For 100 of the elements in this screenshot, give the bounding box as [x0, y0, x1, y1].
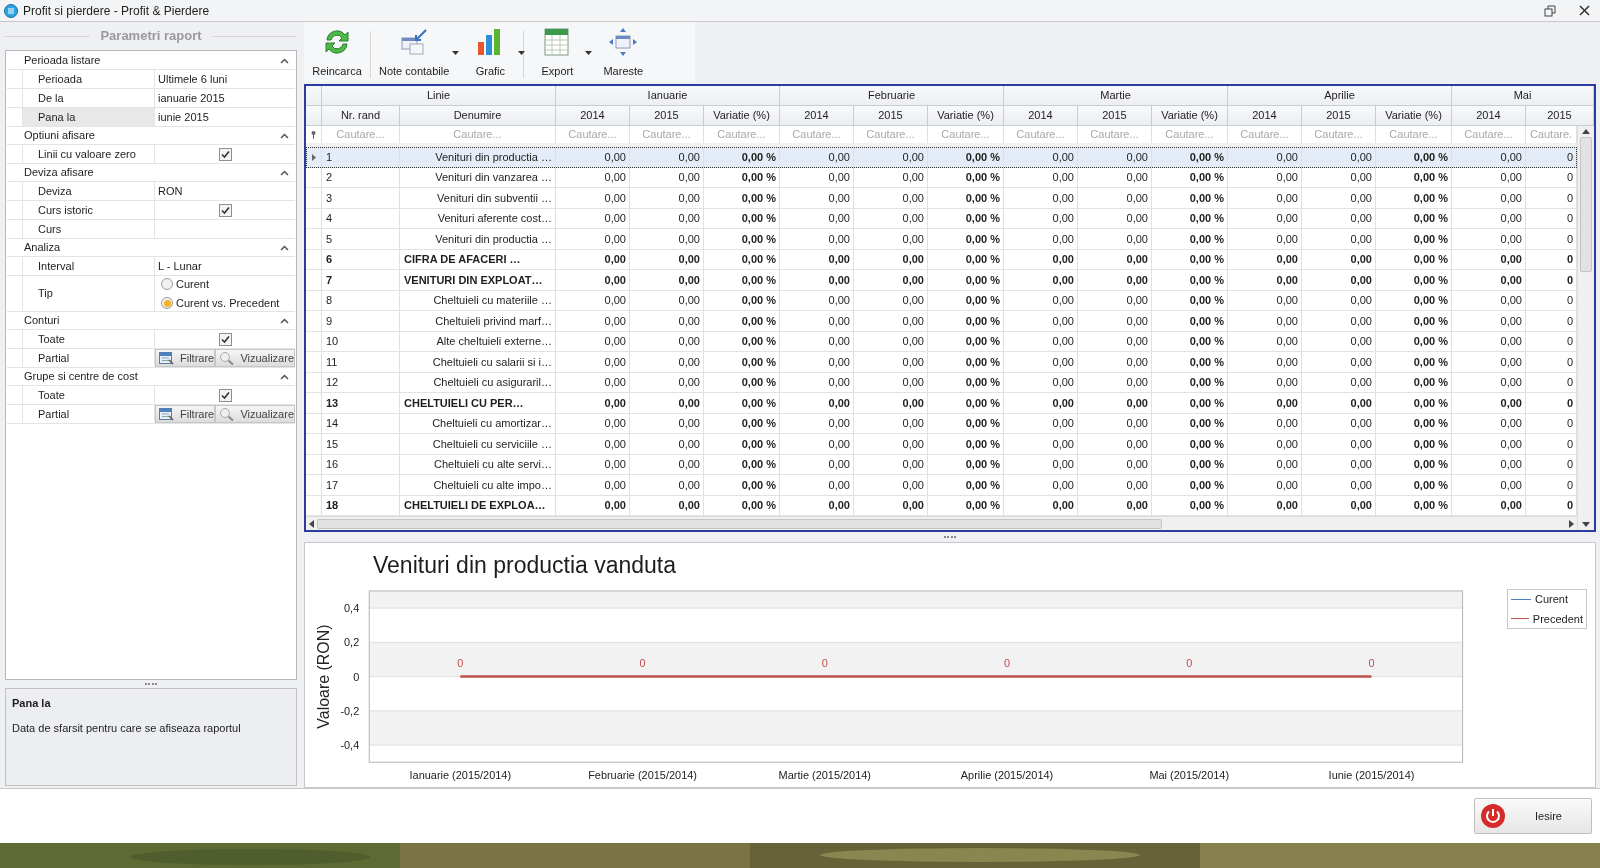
vertical-scrollbar[interactable]	[1580, 137, 1592, 272]
property-label[interactable]: De la	[22, 89, 155, 107]
collapse-icon[interactable]	[280, 169, 289, 176]
scroll-right-icon[interactable]	[1569, 519, 1574, 528]
grid-row[interactable]: 5 Venituri din productia … 0,00 0,00 0,00 % 0,00 0,00 0,00 % 0,00 0,00 0,00 % 0,00 0,00 0,00 % 0,00 0	[306, 229, 1577, 250]
toolbar-button[interactable]: Mareste	[590, 27, 657, 82]
table-cell: 0,00 %	[704, 290, 780, 311]
column-header[interactable]: Nr. rand	[322, 106, 400, 125]
view-button[interactable]: Vizualizare	[215, 349, 295, 367]
grid-row[interactable]: 10 Alte cheltuieli externe… 0,00 0,00 0,00 % 0,00 0,00 0,00 % 0,00 0,00 0,00 % 0,00 0,00 0,00 % 0,00 0	[306, 331, 1577, 353]
column-header[interactable]: 2014	[556, 106, 630, 125]
column-header[interactable]: 2015	[1302, 106, 1376, 125]
search-field[interactable]: Cautare.	[1526, 126, 1576, 143]
search-field[interactable]: Cautare...	[1452, 126, 1525, 143]
search-field[interactable]: Cautare...	[1078, 126, 1151, 143]
column-header[interactable]: Variatie (%)	[1152, 106, 1228, 125]
grid-row[interactable]: 6 CIFRA DE AFACERI … 0,00 0,00 0,00 % 0,00 0,00 0,00 % 0,00 0,00 0,00 % 0,00 0,00 0,00 % 0,00 0	[306, 249, 1577, 271]
checkbox[interactable]	[218, 332, 232, 346]
column-header[interactable]: 2014	[1228, 106, 1302, 125]
search-field[interactable]: Cautare...	[1228, 126, 1301, 143]
filter-button[interactable]: Filtrare	[155, 405, 216, 423]
grid-row[interactable]: 15 Cheltuieli cu serviciile … 0,00 0,00 0,00 % 0,00 0,00 0,00 % 0,00 0,00 0,00 % 0,00 0,00 0,00 % 0,00 0	[306, 434, 1577, 455]
search-field[interactable]: Cautare...	[400, 126, 555, 143]
search-field[interactable]: Cautare...	[322, 126, 399, 143]
exit-button[interactable]: Iesire	[1474, 798, 1592, 834]
property-label[interactable]: Toate	[22, 330, 155, 348]
scroll-down-icon[interactable]	[1582, 522, 1590, 527]
property-label[interactable]: Tip	[22, 276, 155, 311]
column-header[interactable]: 2014	[1004, 106, 1078, 125]
grid-row[interactable]: 3 Venituri din subventii … 0,00 0,00 0,00 % 0,00 0,00 0,00 % 0,00 0,00 0,00 % 0,00 0,00 0,00 % 0,00 0	[306, 188, 1577, 209]
search-field[interactable]: Cautare...	[556, 126, 629, 143]
grid-row[interactable]: 2 Venituri din vanzarea … 0,00 0,00 0,00 % 0,00 0,00 0,00 % 0,00 0,00 0,00 % 0,00 0,00 0,00 % 0,00 0	[306, 167, 1577, 189]
collapse-icon[interactable]	[280, 244, 289, 251]
scroll-up-icon[interactable]	[1582, 129, 1590, 134]
grid-row[interactable]: 12 Cheltuieli cu asiguraril… 0,00 0,00 0,00 % 0,00 0,00 0,00 % 0,00 0,00 0,00 % 0,00 0,00 0,00 % 0,00 0	[306, 372, 1577, 394]
close-icon[interactable]	[1579, 5, 1590, 16]
column-header[interactable]: 2015	[854, 106, 928, 125]
column-header[interactable]: Variatie (%)	[1376, 106, 1452, 125]
toolbar-button[interactable]: Reincarca	[304, 27, 370, 82]
property-label[interactable]: Deviza	[22, 182, 155, 200]
grid-row[interactable]: 11 Cheltuieli cu salarii si i… 0,00 0,00 0,00 % 0,00 0,00 0,00 % 0,00 0,00 0,00 % 0,00 0,00 0,00 % 0,00 0	[306, 352, 1577, 373]
column-header[interactable]: 2014	[1452, 106, 1526, 125]
property-label[interactable]: Linii cu valoare zero	[22, 145, 155, 163]
table-cell: 0,00 %	[704, 434, 780, 454]
collapse-icon[interactable]	[280, 373, 289, 380]
property-label[interactable]: Curs	[22, 220, 155, 238]
grid-row[interactable]: 7 VENITURI DIN EXPLOAT… 0,00 0,00 0,00 % 0,00 0,00 0,00 % 0,00 0,00 0,00 % 0,00 0,00 0,00 % 0,00 0	[306, 270, 1577, 291]
scroll-left-icon[interactable]	[309, 519, 314, 528]
property-label[interactable]: Partial	[22, 349, 155, 367]
table-cell: 0,00	[1004, 393, 1078, 413]
search-field[interactable]: Cautare...	[780, 126, 853, 143]
property-label[interactable]: Toate	[22, 386, 155, 404]
column-header[interactable]: Denumire	[400, 106, 556, 125]
table-cell: 0,00	[1302, 229, 1376, 249]
property-label[interactable]: Pana la	[22, 108, 155, 126]
restore-icon[interactable]	[1544, 4, 1556, 17]
table-cell: 3	[322, 188, 400, 208]
search-field[interactable]: Cautare...	[630, 126, 703, 143]
table-cell: 0,00 %	[704, 331, 780, 352]
grid-row[interactable]: 4 Venituri aferente cost… 0,00 0,00 0,00 % 0,00 0,00 0,00 % 0,00 0,00 0,00 % 0,00 0,00 0,00 % 0,00 0	[306, 208, 1577, 230]
grid-row[interactable]: 16 Cheltuieli cu alte servi… 0,00 0,00 0,00 % 0,00 0,00 0,00 % 0,00 0,00 0,00 % 0,00 0,00 0,00 % 0,00 0	[306, 454, 1577, 476]
property-label[interactable]: Curs istoric	[22, 201, 155, 219]
collapse-icon[interactable]	[280, 132, 289, 139]
grid-row[interactable]: 1 Venituri din productia … 0,00 0,00 0,00 % 0,00 0,00 0,00 % 0,00 0,00 0,00 % 0,00 0,00 0,00 % 0,00 0	[306, 147, 1577, 168]
collapse-icon[interactable]	[280, 317, 289, 324]
grid-row[interactable]: 17 Cheltuieli cu alte impo… 0,00 0,00 0,00 % 0,00 0,00 0,00 % 0,00 0,00 0,00 % 0,00 0,00 0,00 % 0,00 0	[306, 475, 1577, 496]
checkbox[interactable]	[218, 147, 232, 161]
column-header[interactable]: Variatie (%)	[704, 106, 780, 125]
search-field[interactable]: Cautare...	[1152, 126, 1227, 143]
search-field[interactable]: Cautare...	[704, 126, 779, 143]
column-header[interactable]: 2014	[780, 106, 854, 125]
table-cell: 0,00	[556, 147, 630, 167]
description-text: Data de sfarsit pentru care se afiseaza raportul	[12, 720, 242, 736]
search-field[interactable]: Cautare...	[854, 126, 927, 143]
grid-row[interactable]: 13 CHELTUIELI CU PER… 0,00 0,00 0,00 % 0,00 0,00 0,00 % 0,00 0,00 0,00 % 0,00 0,00 0,00 % 0,00 0	[306, 393, 1577, 414]
grid-row[interactable]: 14 Cheltuieli cu amortizar… 0,00 0,00 0,00 % 0,00 0,00 0,00 % 0,00 0,00 0,00 % 0,00 0,00 0,00 % 0,00 0	[306, 413, 1577, 435]
property-label[interactable]: Partial	[22, 405, 155, 423]
horizontal-scrollbar[interactable]	[317, 518, 1162, 529]
checkbox[interactable]	[218, 388, 232, 402]
filter-button[interactable]: Filtrare	[155, 349, 216, 367]
column-header[interactable]: Variatie (%)	[928, 106, 1004, 125]
toolbar-button[interactable]: Note contabile	[371, 27, 458, 82]
search-field[interactable]: Cautare...	[1302, 126, 1375, 143]
toolbar-button[interactable]: Export	[524, 27, 591, 82]
radio-button[interactable]	[161, 277, 173, 290]
search-field[interactable]: Cautare...	[1376, 126, 1451, 143]
grid-row[interactable]: 8 Cheltuieli cu materiile … 0,00 0,00 0,00 % 0,00 0,00 0,00 % 0,00 0,00 0,00 % 0,00 0,00 0,00 % 0,00 0	[306, 290, 1577, 312]
column-header[interactable]: 2015	[630, 106, 704, 125]
column-header[interactable]: 2015	[1078, 106, 1152, 125]
column-header[interactable]: 2015	[1526, 106, 1594, 125]
radio-button[interactable]	[161, 297, 173, 310]
property-label[interactable]: Interval	[22, 257, 155, 275]
collapse-icon[interactable]	[280, 57, 289, 64]
property-label[interactable]: Perioada	[22, 70, 155, 88]
view-button[interactable]: Vizualizare	[215, 405, 295, 423]
grid-row[interactable]: 9 Cheltuieli privind marf… 0,00 0,00 0,00 % 0,00 0,00 0,00 % 0,00 0,00 0,00 % 0,00 0,00 0,00 % 0,00 0	[306, 311, 1577, 332]
checkbox[interactable]	[218, 203, 232, 217]
search-field[interactable]: Cautare...	[928, 126, 1003, 143]
search-field[interactable]: Cautare...	[1004, 126, 1077, 143]
toolbar-button[interactable]: Grafic	[457, 27, 524, 82]
